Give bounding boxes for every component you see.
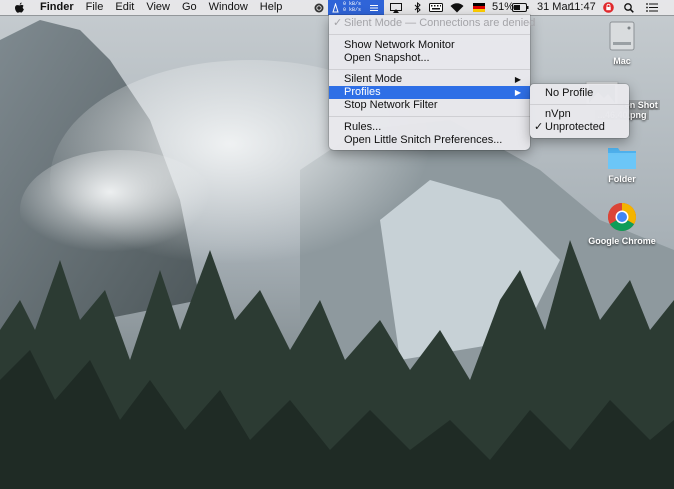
profiles-submenu: No Profile nVpn ✓ Unprotected — [530, 84, 629, 138]
bluetooth-icon[interactable] — [412, 0, 422, 15]
menu-help[interactable]: Help — [254, 0, 289, 15]
desktop-icon-google-chrome[interactable]: Google Chrome — [582, 202, 662, 246]
chrome-icon — [608, 203, 636, 231]
traffic-graph-icon — [368, 0, 380, 15]
lock-alert-icon[interactable] — [601, 0, 615, 15]
spotlight-search-icon[interactable] — [623, 0, 635, 15]
desktop-icon-folder[interactable]: Folder — [582, 144, 662, 184]
submenu-arrow-icon: ▶ — [514, 75, 521, 84]
menu-separator — [329, 116, 530, 117]
menu-bar-date[interactable]: 31 Mar — [537, 0, 571, 15]
rules-item[interactable]: Rules... — [329, 121, 530, 134]
menu-bar-clock[interactable]: 11:47 — [569, 0, 596, 15]
menu-go[interactable]: Go — [176, 0, 203, 15]
sync-status-icon[interactable] — [313, 0, 325, 15]
little-snitch-menu-extra[interactable]: 0 kB/s 0 kB/s — [328, 0, 384, 15]
open-preferences-item[interactable]: Open Little Snitch Preferences... — [329, 134, 530, 147]
apple-menu-icon[interactable] — [12, 0, 26, 15]
folder-icon — [608, 148, 636, 169]
little-snitch-menu: ✓ Silent Mode — Connections are denied S… — [329, 15, 536, 150]
menu-bar: Finder File Edit View Go Window Help 0 k… — [0, 0, 674, 15]
menu-edit[interactable]: Edit — [109, 0, 140, 15]
network-download-rate: 0 kB/s — [343, 7, 362, 13]
notification-center-icon[interactable] — [645, 0, 659, 15]
keyboard-icon[interactable] — [428, 0, 444, 15]
menu-separator — [329, 69, 530, 70]
silent-mode-item[interactable]: Silent Mode ▶ — [329, 73, 530, 86]
profile-nvpn-item[interactable]: nVpn — [530, 108, 629, 121]
wifi-icon[interactable] — [449, 0, 465, 15]
checkmark-icon: ✓ — [534, 121, 544, 133]
app-menu-finder[interactable]: Finder — [34, 0, 80, 15]
checkmark-icon: ✓ — [333, 17, 343, 29]
hard-drive-icon — [609, 21, 635, 51]
profiles-item[interactable]: Profiles ▶ — [329, 86, 530, 99]
input-source-flag-icon[interactable] — [472, 0, 486, 15]
silent-mode-status-item: ✓ Silent Mode — Connections are denied — [333, 17, 536, 29]
profile-unprotected-item[interactable]: ✓ Unprotected — [530, 121, 629, 134]
menu-view[interactable]: View — [140, 0, 176, 15]
menu-separator — [329, 34, 530, 35]
profile-no-profile-item[interactable]: No Profile — [530, 87, 629, 100]
open-snapshot-item[interactable]: Open Snapshot... — [329, 52, 530, 65]
menu-separator — [530, 104, 629, 105]
battery-icon[interactable] — [511, 0, 529, 15]
desktop-icon-mac[interactable]: Mac — [582, 20, 662, 66]
menu-file[interactable]: File — [80, 0, 110, 15]
submenu-arrow-icon: ▶ — [514, 88, 521, 97]
show-network-monitor-item[interactable]: Show Network Monitor — [329, 39, 530, 52]
menu-window[interactable]: Window — [203, 0, 254, 15]
airplay-icon[interactable] — [389, 0, 403, 15]
little-snitch-icon — [331, 0, 340, 15]
stop-network-filter-item[interactable]: Stop Network Filter — [329, 99, 530, 112]
